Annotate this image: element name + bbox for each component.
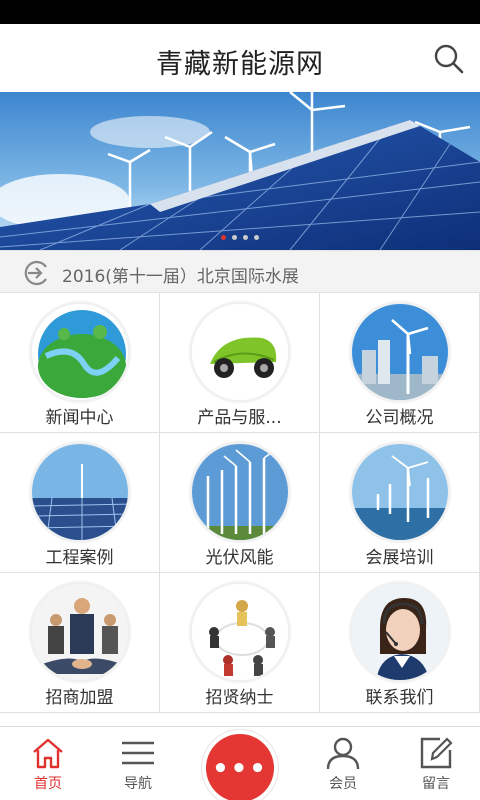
customer-service-icon [350, 582, 450, 682]
menu-icon [122, 741, 154, 765]
tab-label: 导航 [124, 776, 152, 792]
grid-item-label: 新闻中心 [45, 408, 114, 428]
carousel-indicators [0, 235, 480, 240]
wind-farm-icon [190, 442, 290, 542]
page-title: 青藏新能源网 [156, 49, 324, 80]
grid-item-franchise[interactable]: 招商加盟 [0, 573, 160, 713]
app-header: 青藏新能源网 [0, 24, 480, 92]
menu-grid: 新闻中心 产品与服... 公司概况 工程案例 光伏风能 会展培训 招商加盟 招贤… [0, 293, 480, 713]
banner-image [0, 92, 480, 250]
leaf-car-icon [190, 302, 290, 402]
grid-item-exhibition[interactable]: 会展培训 [320, 433, 480, 573]
globe-green-icon [30, 302, 130, 402]
grid-item-label: 招贤纳士 [205, 688, 274, 708]
wind-turbine-city-icon [350, 302, 450, 402]
grid-item-news[interactable]: 新闻中心 [0, 293, 160, 433]
solar-field-icon [30, 442, 130, 542]
tab-home[interactable]: 首页 [0, 727, 96, 800]
tab-navigation[interactable]: 导航 [90, 727, 186, 800]
carousel-dot[interactable] [232, 235, 237, 240]
grid-item-label: 联系我们 [365, 688, 434, 708]
grid-item-label: 工程案例 [45, 548, 114, 568]
edit-icon [420, 737, 453, 769]
home-icon [33, 738, 63, 769]
grid-item-label: 光伏风能 [205, 548, 274, 568]
grid-item-company[interactable]: 公司概况 [320, 293, 480, 433]
tab-member[interactable]: 会员 [295, 727, 391, 800]
grid-item-contact[interactable]: 联系我们 [320, 573, 480, 713]
grid-item-label: 招商加盟 [45, 688, 114, 708]
grid-item-label: 公司概况 [365, 408, 434, 428]
tab-label: 会员 [329, 776, 357, 792]
grid-item-projects[interactable]: 工程案例 [0, 433, 160, 573]
tab-label: 首页 [34, 776, 62, 792]
carousel-dot[interactable] [243, 235, 248, 240]
search-icon[interactable] [432, 42, 466, 76]
status-bar [0, 0, 480, 24]
banner-carousel[interactable] [0, 92, 480, 250]
grid-item-recruit[interactable]: 招贤纳士 [160, 573, 320, 713]
offshore-wind-icon [350, 442, 450, 542]
refresh-arrow-icon [24, 260, 47, 286]
user-icon [326, 737, 360, 770]
carousel-dot[interactable] [254, 235, 259, 240]
tab-message[interactable]: 留言 [388, 727, 480, 800]
carousel-dot[interactable] [221, 235, 226, 240]
team-circle-icon [190, 582, 290, 682]
handshake-icon [30, 582, 130, 682]
tab-label: 留言 [422, 776, 450, 792]
grid-item-pv-wind[interactable]: 光伏风能 [160, 433, 320, 573]
grid-item-label: 产品与服... [197, 408, 282, 428]
grid-item-products[interactable]: 产品与服... [160, 293, 320, 433]
grid-item-label: 会展培训 [365, 548, 434, 568]
more-dots-icon: ••• [212, 754, 268, 784]
ticker-text: 2016(第十一届）北京国际水展 [62, 267, 299, 287]
news-ticker[interactable]: 2016(第十一届）北京国际水展 [0, 250, 480, 293]
more-button[interactable]: ••• [206, 734, 274, 800]
